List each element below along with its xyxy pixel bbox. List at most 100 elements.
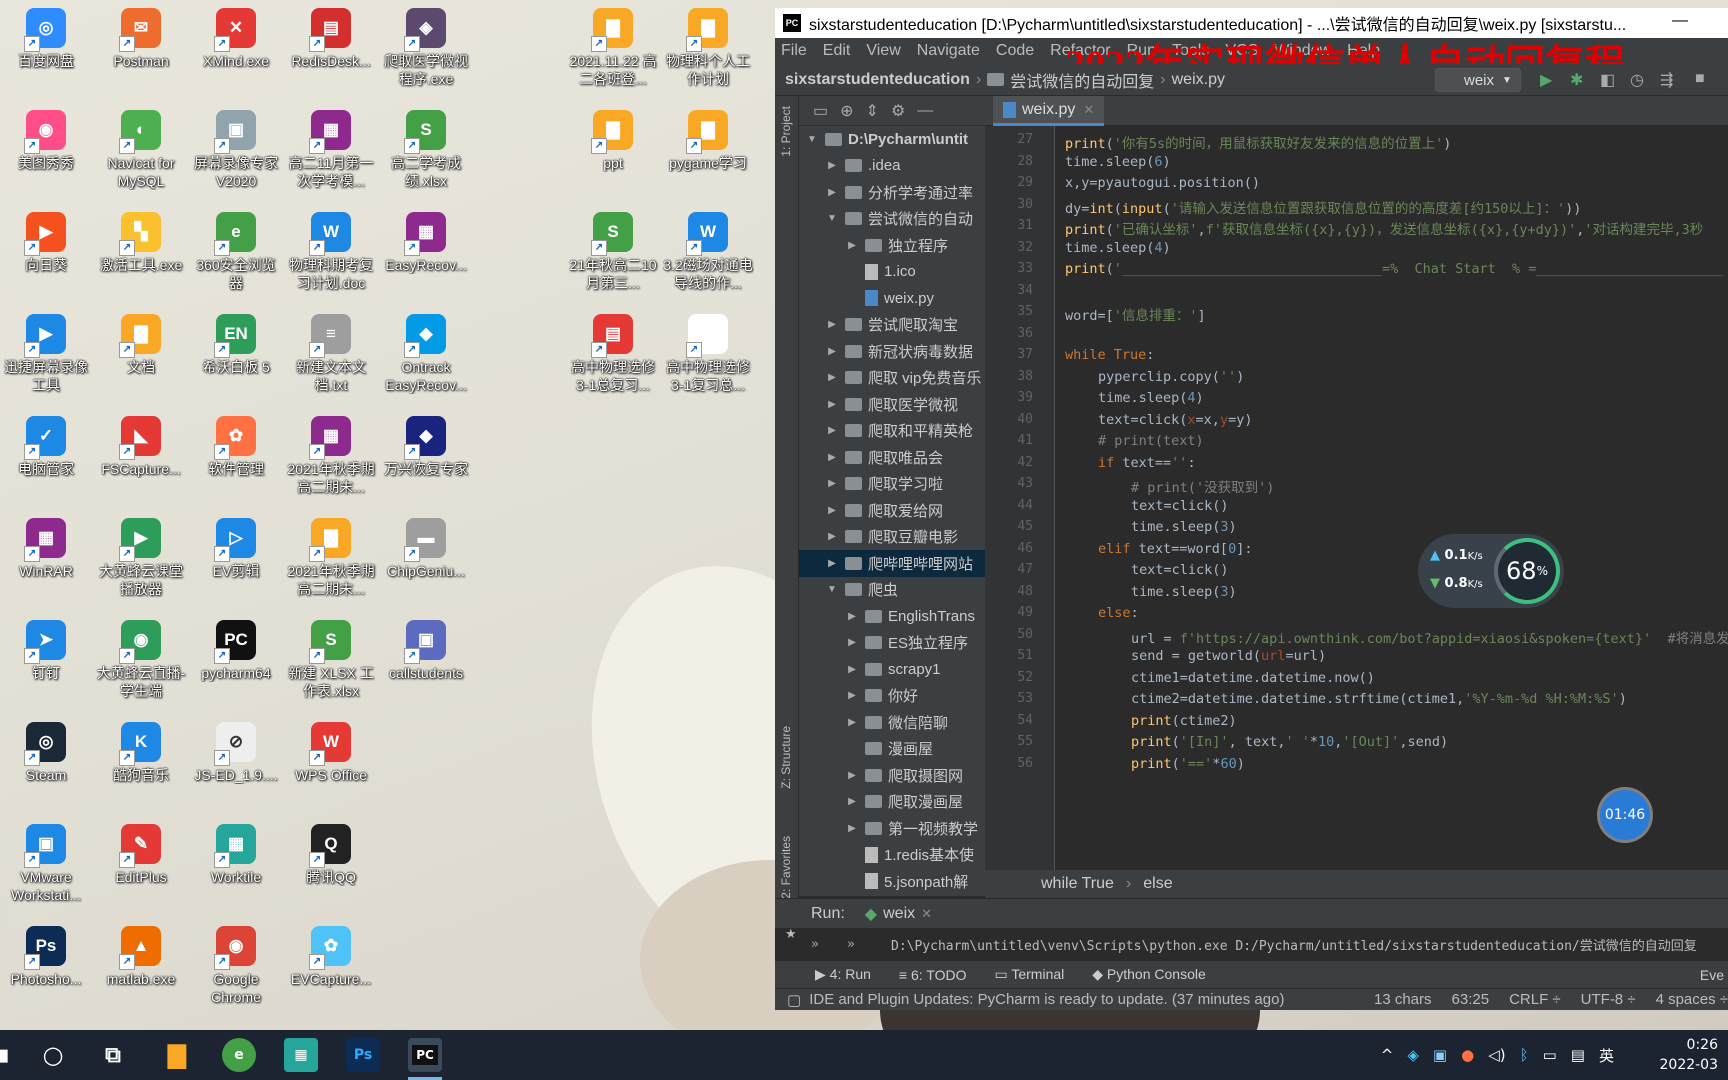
desktop-icon[interactable]: ▷EV剪辑	[190, 518, 282, 580]
tree-item[interactable]: 1.redis基本使	[799, 842, 985, 869]
code-line[interactable]: time.sleep(3)	[1131, 519, 1237, 535]
code-crumb[interactable]: else	[1143, 875, 1172, 893]
tree-item[interactable]: ▶ EnglishTrans	[799, 603, 985, 630]
tree-item[interactable]: 5.jsonpath解	[799, 868, 985, 895]
tree-item[interactable]: ▶ 爬取漫画屋	[799, 789, 985, 816]
chevron-right-icon[interactable]: ▶	[845, 796, 859, 807]
desktop-icon[interactable]: ▇2021.11.22 高二各班登...	[567, 8, 659, 88]
code-line[interactable]: print(ctime2)	[1131, 713, 1237, 729]
desktop-icon[interactable]: ✿EVCapture...	[285, 926, 377, 988]
chevron-down-icon[interactable]: ▼	[825, 213, 839, 224]
shield-icon[interactable]: ◈	[1407, 1046, 1419, 1064]
update-icon[interactable]: ▢	[787, 991, 801, 1009]
menu-item-code[interactable]: Code	[996, 42, 1034, 60]
debug-icon[interactable]: ✱	[1570, 70, 1583, 90]
bluetooth-icon[interactable]: ᛒ	[1520, 1046, 1529, 1064]
code-line[interactable]: time.sleep(4)	[1065, 240, 1171, 256]
minimize-icon[interactable]: —	[1672, 12, 1688, 30]
tree-item[interactable]: ▶ 爬取摄图网	[799, 762, 985, 789]
tree-item[interactable]: ▶ 爬哔哩哔哩网站	[799, 550, 985, 577]
volume-icon[interactable]: ◁)	[1488, 1046, 1505, 1064]
chevron-down-icon[interactable]: ▼	[805, 134, 819, 145]
folder-icon[interactable]: ▭	[813, 101, 828, 121]
desktop-icon[interactable]: ≡新建文本文档.txt	[285, 314, 377, 394]
breadcrumb-file[interactable]: weix.py	[1172, 71, 1225, 89]
code-line[interactable]: print('你有5s的时间，用鼠标获取好友发来的信息的位置上')	[1065, 132, 1451, 152]
locate-icon[interactable]: ⊕	[840, 101, 853, 121]
chevron-right-icon[interactable]: ▶	[825, 319, 839, 330]
profile-icon[interactable]: ◷	[1630, 70, 1644, 90]
desktop-icon[interactable]: ▶向日葵	[0, 212, 92, 274]
tree-item[interactable]: ▶ 爬取豆瓣电影	[799, 524, 985, 551]
desktop-icon[interactable]: WWPS Office	[285, 722, 377, 784]
tree-item[interactable]: weix.py	[799, 285, 985, 312]
pycharm-taskbar-icon[interactable]: PC	[408, 1038, 442, 1080]
code-line[interactable]: text=click(x=x,y=y)	[1098, 412, 1252, 428]
ime-indicator[interactable]: 英	[1599, 1045, 1614, 1066]
tree-item[interactable]: ▶ 分析学考通过率	[799, 179, 985, 206]
desktop-icon[interactable]: ▶迅捷屏幕录像工具	[0, 314, 92, 394]
star-icon[interactable]: ★	[785, 926, 797, 942]
tool-tab-python-console[interactable]: ◆ Python Console	[1092, 966, 1206, 983]
chevron-down-icon[interactable]: ▼	[825, 584, 839, 595]
desktop-icon[interactable]: ▦EasyRecov...	[380, 212, 472, 274]
desktop-icon[interactable]: ▬ChipGeniu...	[380, 518, 472, 580]
breadcrumb-project[interactable]: sixstarstudenteducation	[785, 71, 970, 89]
chevron-right-icon[interactable]: ▶	[825, 372, 839, 383]
tree-item[interactable]: ▶ 第一视频教学	[799, 815, 985, 842]
desktop-icon[interactable]: ◣FSCapture...	[95, 416, 187, 478]
desktop-icon[interactable]: ◈爬取医学微视程序.exe	[380, 8, 472, 88]
code-line[interactable]: ctime1=datetime.datetime.now()	[1131, 670, 1375, 686]
clock[interactable]: 0:26 2022-03	[1660, 1035, 1719, 1075]
status-item[interactable]: 63:25	[1452, 991, 1490, 1008]
desktop-icon[interactable]: ▶大黄蜂云课堂播放器	[95, 518, 187, 598]
code-line[interactable]: time.sleep(6)	[1065, 154, 1171, 170]
chevron-up-icon[interactable]: ^	[1381, 1046, 1394, 1064]
network-speed-widget[interactable]: ▲ 0.1K/s ▼ 0.8K/s 68%	[1418, 534, 1564, 608]
chevron-right-icon[interactable]: ▶	[845, 611, 859, 622]
run-config-dropdown[interactable]: weix ▼	[1435, 68, 1521, 92]
desktop-icon[interactable]: e360安全浏览器	[190, 212, 282, 292]
code-line[interactable]: if text=='':	[1098, 455, 1196, 471]
desktop-icon[interactable]: ▦Worktile	[190, 824, 282, 886]
task-view-icon[interactable]: ⧉	[96, 1038, 130, 1072]
desktop-icon[interactable]: S21年秋高二10月第三...	[567, 212, 659, 292]
hide-icon[interactable]: —	[917, 102, 933, 120]
chevron-right-icon[interactable]: ▶	[845, 664, 859, 675]
menu-item-navigate[interactable]: Navigate	[917, 42, 980, 60]
desktop-icon[interactable]: Q腾讯QQ	[285, 824, 377, 886]
menu-item-view[interactable]: View	[866, 42, 900, 60]
editor-tab-weix[interactable]: weix.py ✕	[993, 96, 1105, 126]
menu-item-edit[interactable]: Edit	[823, 42, 851, 60]
desktop-icon[interactable]: ▇物理科个人工作计划	[662, 8, 754, 88]
status-item[interactable]: 4 spaces ÷	[1656, 991, 1728, 1008]
build-icon[interactable]: ⇶	[1660, 70, 1673, 90]
code-crumb[interactable]: while True	[1041, 875, 1114, 893]
recording-timer[interactable]: 01:46	[1600, 790, 1650, 840]
collapse-icon[interactable]: ⇕	[866, 101, 879, 121]
gear-icon[interactable]: ⚙	[891, 101, 905, 121]
chevron-right-icon[interactable]: ▶	[825, 531, 839, 542]
desktop-icon[interactable]: ◎百度网盘	[0, 8, 92, 70]
chevron-right-icon[interactable]: ▶	[825, 425, 839, 436]
tool-tab-todo[interactable]: ≡ 6: TODO	[899, 967, 967, 983]
desktop-icon[interactable]: ▇2021年秋季期高二期末...	[285, 518, 377, 598]
desktop-icon[interactable]: ◉美图秀秀	[0, 110, 92, 172]
desktop-icon[interactable]: ◎Steam	[0, 722, 92, 784]
code-line[interactable]: print('已确认坐标',f'获取信息坐标({x},{y})，发送信息坐标({…	[1065, 218, 1703, 238]
tool-tab-project[interactable]: 1: Project	[779, 106, 793, 157]
tree-item[interactable]: ▶ 爬取爱给网	[799, 497, 985, 524]
code-line[interactable]: x,y=pyautogui.position()	[1065, 175, 1260, 191]
worktile-icon[interactable]: ▦	[284, 1038, 318, 1072]
tree-item[interactable]: ▶ 爬取医学微视	[799, 391, 985, 418]
tree-item[interactable]: 1.ico	[799, 259, 985, 286]
code-line[interactable]: url = f'https://api.ownthink.com/bot?app…	[1131, 627, 1728, 647]
qq-icon[interactable]: ●	[1461, 1046, 1474, 1064]
code-line[interactable]: ctime2=datetime.datetime.strftime(ctime1…	[1131, 691, 1627, 707]
desktop-icon[interactable]: ◐Navicat for MySQL	[95, 110, 187, 190]
desktop-icon[interactable]: ◆Ontrack EasyRecov...	[380, 314, 472, 394]
desktop-icon[interactable]: ◉大黄蜂云直播-学生端	[95, 620, 187, 700]
desktop-icon[interactable]: ◆万兴恢复专家	[380, 416, 472, 478]
chevron-right-icon[interactable]: ▶	[825, 346, 839, 357]
tree-item[interactable]: ▶ ES独立程序	[799, 630, 985, 657]
